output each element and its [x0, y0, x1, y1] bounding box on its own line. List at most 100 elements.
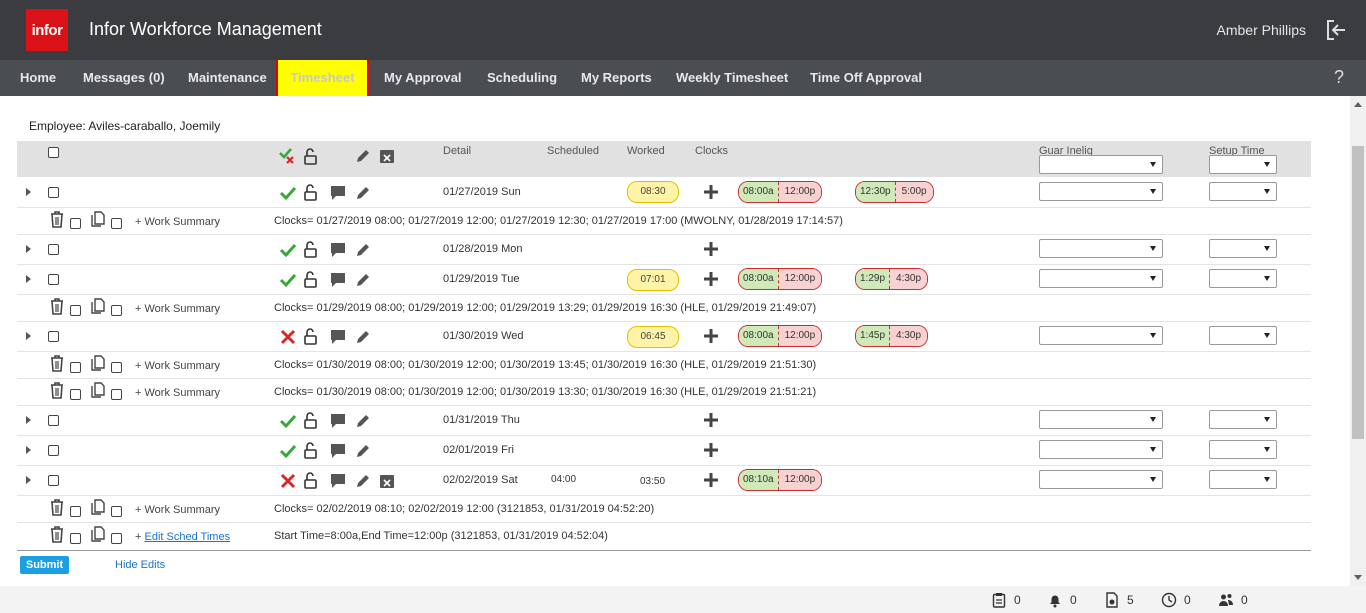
scroll-up-arrow[interactable]	[1354, 102, 1362, 107]
setup-time-select[interactable]	[1209, 269, 1277, 288]
edit-checkbox[interactable]	[111, 218, 122, 229]
calendar-cancel-icon[interactable]	[378, 147, 396, 165]
rejected-x-icon[interactable]	[279, 328, 297, 346]
trash-icon[interactable]	[48, 354, 66, 372]
day-date[interactable]: 02/01/2019 Fri	[443, 444, 514, 456]
nav-my-reports[interactable]: My Reports	[581, 60, 652, 96]
setup-time-header-select[interactable]	[1209, 155, 1277, 174]
setup-time-select[interactable]	[1209, 239, 1277, 258]
clock-pair[interactable]: 1:29p 4:30p	[855, 268, 929, 290]
clock-pair[interactable]: 08:00a 12:00p	[738, 268, 823, 290]
trash-icon[interactable]	[48, 498, 66, 516]
row-checkbox[interactable]	[48, 475, 59, 486]
edit-sched-times-link[interactable]: + Edit Sched Times	[135, 531, 230, 543]
comment-icon[interactable]	[329, 184, 347, 202]
add-clock-icon[interactable]	[704, 242, 718, 256]
approved-check-icon[interactable]	[279, 271, 297, 289]
nav-timesheet[interactable]: Timesheet	[276, 60, 369, 96]
comment-icon[interactable]	[329, 442, 347, 460]
unlock-icon[interactable]	[301, 411, 319, 429]
edit-checkbox[interactable]	[70, 389, 81, 400]
scroll-down-arrow[interactable]	[1354, 575, 1362, 580]
edit-checkbox[interactable]	[111, 305, 122, 316]
edit-icon[interactable]	[354, 442, 372, 460]
user-name[interactable]: Amber Phillips	[1217, 22, 1306, 38]
guar-inelig-select[interactable]	[1039, 182, 1163, 201]
add-clock-icon[interactable]	[704, 329, 718, 343]
add-clock-icon[interactable]	[704, 443, 718, 457]
work-summary-link[interactable]: + Work Summary	[135, 387, 220, 399]
day-date[interactable]: 02/02/2019 Sat	[443, 474, 518, 486]
edit-checkbox[interactable]	[70, 305, 81, 316]
logout-icon[interactable]	[1324, 18, 1348, 42]
nav-scheduling[interactable]: Scheduling	[487, 60, 557, 96]
unlock-icon[interactable]	[301, 183, 319, 201]
scroll-thumb[interactable]	[1352, 146, 1364, 439]
approve-reject-icon[interactable]	[279, 147, 297, 165]
unlock-icon[interactable]	[301, 240, 319, 258]
work-summary-link[interactable]: + Work Summary	[135, 504, 220, 516]
footer-team[interactable]: 0	[1218, 592, 1248, 608]
approved-check-icon[interactable]	[279, 442, 297, 460]
trash-icon[interactable]	[48, 381, 66, 399]
row-checkbox[interactable]	[48, 445, 59, 456]
trash-icon[interactable]	[48, 210, 66, 228]
edit-checkbox[interactable]	[70, 362, 81, 373]
comment-icon[interactable]	[329, 472, 347, 490]
approved-check-icon[interactable]	[279, 184, 297, 202]
setup-time-select[interactable]	[1209, 470, 1277, 489]
edit-icon[interactable]	[354, 271, 372, 289]
footer-timeoff[interactable]: 0	[1161, 592, 1191, 608]
work-summary-link[interactable]: + Work Summary	[135, 360, 220, 372]
comment-icon[interactable]	[329, 412, 347, 430]
unlock-icon[interactable]	[301, 471, 319, 489]
rejected-x-icon[interactable]	[279, 472, 297, 490]
edit-checkbox[interactable]	[111, 389, 122, 400]
edit-icon[interactable]	[354, 412, 372, 430]
select-all-checkbox[interactable]	[48, 147, 59, 158]
guar-inelig-select[interactable]	[1039, 410, 1163, 429]
nav-home[interactable]: Home	[20, 60, 56, 96]
guar-inelig-select[interactable]	[1039, 269, 1163, 288]
calendar-cancel-icon[interactable]	[378, 472, 396, 490]
footer-alerts[interactable]: 0	[1047, 592, 1077, 608]
row-checkbox[interactable]	[48, 331, 59, 342]
help-icon[interactable]: ?	[1334, 67, 1344, 88]
row-checkbox[interactable]	[48, 187, 59, 198]
edit-checkbox[interactable]	[111, 362, 122, 373]
day-date[interactable]: 01/28/2019 Mon	[443, 243, 523, 255]
comment-icon[interactable]	[329, 328, 347, 346]
comment-icon[interactable]	[329, 271, 347, 289]
copy-icon[interactable]	[89, 297, 107, 315]
day-date[interactable]: 01/31/2019 Thu	[443, 414, 520, 426]
row-checkbox[interactable]	[48, 244, 59, 255]
footer-documents[interactable]: 5	[1104, 592, 1134, 608]
copy-icon[interactable]	[89, 381, 107, 399]
add-clock-icon[interactable]	[704, 272, 718, 286]
guar-inelig-select[interactable]	[1039, 470, 1163, 489]
guar-inelig-header-select[interactable]	[1039, 155, 1163, 174]
edit-icon[interactable]	[354, 184, 372, 202]
guar-inelig-select[interactable]	[1039, 239, 1163, 258]
nav-maintenance[interactable]: Maintenance	[188, 60, 267, 96]
clock-pair[interactable]: 08:00a 12:00p	[738, 325, 823, 347]
edit-sched-times-anchor[interactable]: Edit Sched Times	[144, 531, 230, 543]
expand-icon[interactable]	[26, 275, 31, 283]
expand-icon[interactable]	[26, 476, 31, 484]
unlock-icon[interactable]	[301, 327, 319, 345]
day-date[interactable]: 01/27/2019 Sun	[443, 186, 521, 198]
expand-icon[interactable]	[26, 188, 31, 196]
edit-checkbox[interactable]	[70, 533, 81, 544]
unlock-icon[interactable]	[301, 441, 319, 459]
comment-icon[interactable]	[329, 241, 347, 259]
work-summary-link[interactable]: + Work Summary	[135, 216, 220, 228]
nav-my-approval[interactable]: My Approval	[384, 60, 462, 96]
row-checkbox[interactable]	[48, 274, 59, 285]
day-date[interactable]: 01/30/2019 Wed	[443, 330, 524, 342]
submit-button[interactable]: Submit	[20, 556, 69, 574]
clock-pair[interactable]: 08:00a 12:00p	[738, 181, 823, 203]
expand-icon[interactable]	[26, 332, 31, 340]
edit-icon[interactable]	[354, 472, 372, 490]
edit-checkbox[interactable]	[111, 533, 122, 544]
day-date[interactable]: 01/29/2019 Tue	[443, 273, 519, 285]
